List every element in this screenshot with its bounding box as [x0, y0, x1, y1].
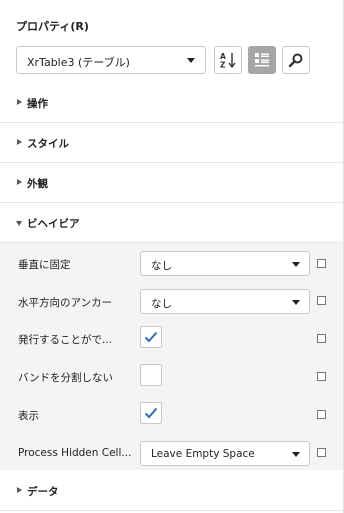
- properties-panel: プロパティ(R) XrTable3 (テーブル) A Z 操作 スタイル 外観 …: [0, 0, 344, 513]
- component-selector[interactable]: XrTable3 (テーブル): [16, 46, 206, 74]
- sort-alphabetical-icon: A Z: [220, 52, 236, 70]
- section-appearance[interactable]: 外観: [0, 163, 343, 203]
- property-label-visible: 表示: [18, 410, 39, 422]
- checkmark-icon: [144, 331, 158, 343]
- search-icon: [288, 53, 303, 68]
- chevron-right-icon: [17, 139, 22, 145]
- property-reset-checkbox[interactable]: [317, 448, 326, 457]
- panel-title: プロパティ(R): [16, 20, 89, 33]
- properties-toolbar: XrTable3 (テーブル) A Z: [16, 46, 336, 74]
- chevron-down-icon: [16, 221, 22, 226]
- categories-button[interactable]: [248, 46, 276, 74]
- property-reset-checkbox[interactable]: [317, 259, 326, 268]
- section-label: データ: [27, 486, 59, 498]
- property-reset-checkbox[interactable]: [317, 410, 326, 419]
- property-label-anchor-horizontal: 水平方向のアンカー: [18, 297, 113, 309]
- select-value: なし: [151, 298, 172, 310]
- component-selector-value: XrTable3 (テーブル): [27, 56, 130, 69]
- chevron-right-icon: [17, 179, 22, 185]
- select-value: なし: [151, 260, 172, 272]
- property-label-can-publish: 発行することがで...: [18, 334, 113, 346]
- property-reset-checkbox[interactable]: [317, 372, 326, 381]
- section-behavior[interactable]: ビヘイビア: [0, 203, 343, 243]
- section-label: 外観: [27, 178, 48, 190]
- property-reset-checkbox[interactable]: [317, 296, 326, 305]
- chevron-down-icon: [292, 300, 300, 305]
- chevron-down-icon: [187, 58, 195, 63]
- categories-icon: [255, 53, 269, 67]
- behavior-property-grid: [0, 243, 343, 470]
- property-label-process-hidden-cell: Process Hidden Cell...: [18, 447, 132, 459]
- section-actions[interactable]: 操作: [0, 83, 343, 123]
- chevron-right-icon: [17, 487, 22, 493]
- property-label-anchor-vertical: 垂直に固定: [18, 259, 71, 271]
- select-value: Leave Empty Space: [151, 448, 255, 460]
- anchor-vertical-select[interactable]: なし: [140, 251, 310, 276]
- process-hidden-cell-select[interactable]: Leave Empty Space: [140, 441, 310, 466]
- svg-text:Z: Z: [220, 61, 226, 70]
- keep-together-checkbox[interactable]: [140, 364, 162, 386]
- checkmark-icon: [144, 407, 158, 419]
- section-label: スタイル: [27, 138, 69, 150]
- sort-alphabetical-button[interactable]: A Z: [214, 46, 242, 74]
- anchor-horizontal-select[interactable]: なし: [140, 289, 310, 314]
- chevron-down-icon: [292, 452, 300, 457]
- can-publish-checkbox[interactable]: [140, 326, 162, 348]
- property-label-keep-together: バンドを分割しない: [18, 372, 114, 384]
- search-button[interactable]: [282, 46, 310, 74]
- chevron-right-icon: [17, 99, 22, 105]
- section-styles[interactable]: スタイル: [0, 123, 343, 163]
- visible-checkbox[interactable]: [140, 402, 162, 424]
- property-reset-checkbox[interactable]: [317, 334, 326, 343]
- section-label: ビヘイビア: [27, 218, 80, 230]
- section-data[interactable]: データ: [0, 471, 343, 511]
- chevron-down-icon: [292, 262, 300, 267]
- section-label: 操作: [27, 98, 48, 110]
